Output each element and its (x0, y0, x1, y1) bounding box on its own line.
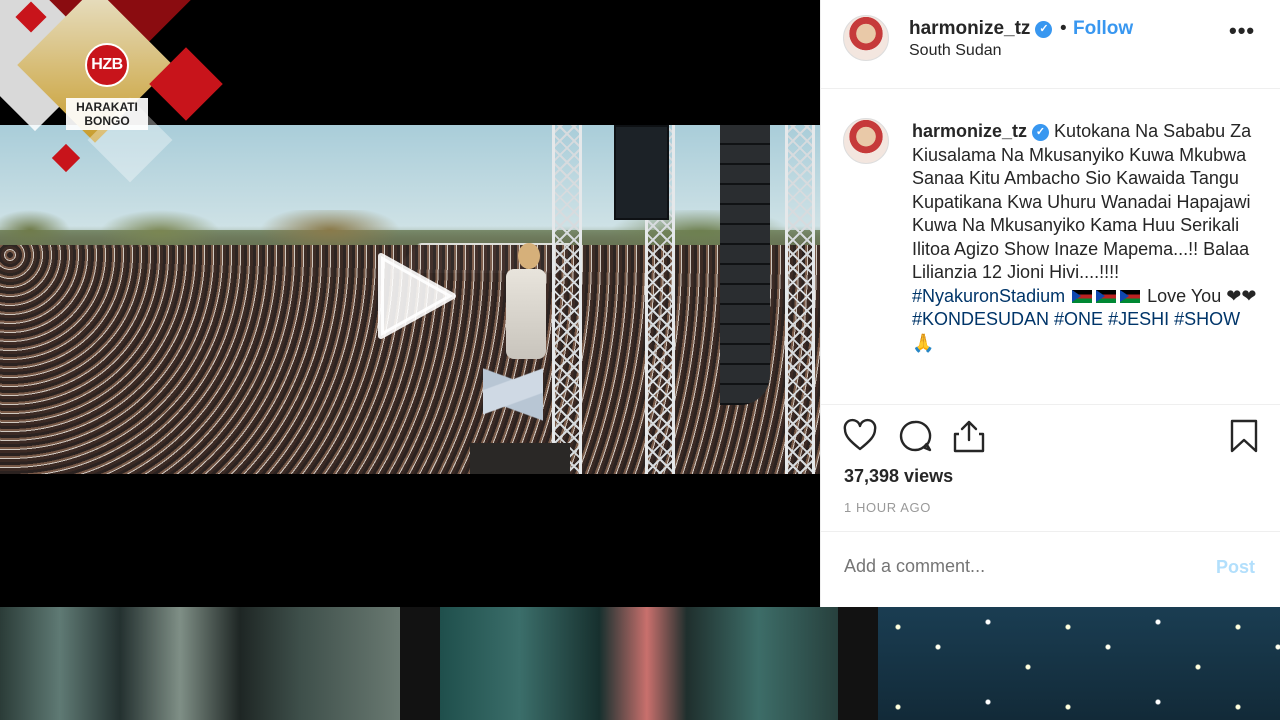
stage-truss-right (785, 125, 815, 474)
south-sudan-flag-icon (1120, 289, 1141, 303)
speaker-array (720, 125, 770, 405)
post-username[interactable]: harmonize_tz ✓ (909, 18, 1053, 40)
heart-icon[interactable] (842, 418, 878, 459)
caption-body: Kutokana Na Sababu Za Kiusalama Na Mkusa… (912, 121, 1252, 282)
post-comment-button[interactable]: Post (1216, 557, 1255, 578)
hashtag-link[interactable]: #KONDESUDAN (912, 309, 1049, 329)
caption-divider (821, 404, 1280, 405)
caption-text: harmonize_tz ✓ Kutokana Na Sababu Za Kius… (912, 120, 1262, 355)
more-options-icon[interactable]: ••• (1229, 18, 1255, 44)
grid-gap (838, 607, 878, 720)
hashtag-link[interactable]: #ONE (1054, 309, 1103, 329)
views-count[interactable]: 37,398 views (844, 466, 953, 487)
verified-icon: ✓ (1035, 21, 1053, 38)
stage-truss-left (552, 125, 582, 474)
timestamp[interactable]: 1 HOUR AGO (844, 500, 931, 515)
south-sudan-flag-icon (1096, 289, 1117, 303)
grid-thumbnail[interactable] (878, 607, 1280, 720)
hzb-tagline: HARAKATI BONGO (66, 98, 148, 130)
hashtag-link[interactable]: #SHOW (1174, 309, 1240, 329)
hashtag-link[interactable]: #JESHI (1108, 309, 1169, 329)
verified-icon: ✓ (1032, 124, 1050, 141)
avatar[interactable] (843, 15, 889, 61)
bookmark-icon[interactable] (1226, 418, 1262, 459)
caption-avatar[interactable] (843, 118, 889, 164)
led-screen (614, 125, 669, 220)
header-divider (821, 88, 1280, 89)
separator-dot: • (1060, 18, 1067, 39)
caption-love-text: Love You (1147, 285, 1222, 306)
hearts-emoji: ❤❤ (1226, 285, 1257, 306)
hzb-logo: HZB HARAKATI BONGO (0, 0, 240, 200)
south-sudan-flag-icon (1072, 289, 1093, 303)
hashtag-link[interactable]: #NyakuronStadium (912, 286, 1065, 306)
action-bar (821, 418, 1280, 458)
comment-input[interactable] (844, 556, 1184, 577)
pray-emoji: 🙏 (912, 332, 935, 353)
grid-thumbnail[interactable] (0, 607, 400, 720)
comment-icon[interactable] (897, 418, 933, 459)
comment-divider (821, 531, 1280, 532)
grid-thumbnail[interactable] (440, 607, 838, 720)
grid-gap (400, 607, 440, 720)
media-viewer: HZB HARAKATI BONGO (0, 0, 820, 607)
follow-button[interactable]: Follow (1073, 18, 1133, 40)
share-icon[interactable] (951, 418, 987, 459)
performer (468, 243, 548, 473)
post-panel: harmonize_tz ✓ • Follow South Sudan ••• h… (820, 0, 1280, 607)
play-icon[interactable] (373, 252, 457, 340)
hzb-badge: HZB (85, 43, 129, 87)
location-link[interactable]: South Sudan (909, 42, 1002, 60)
caption-username[interactable]: harmonize_tz ✓ (912, 121, 1050, 141)
